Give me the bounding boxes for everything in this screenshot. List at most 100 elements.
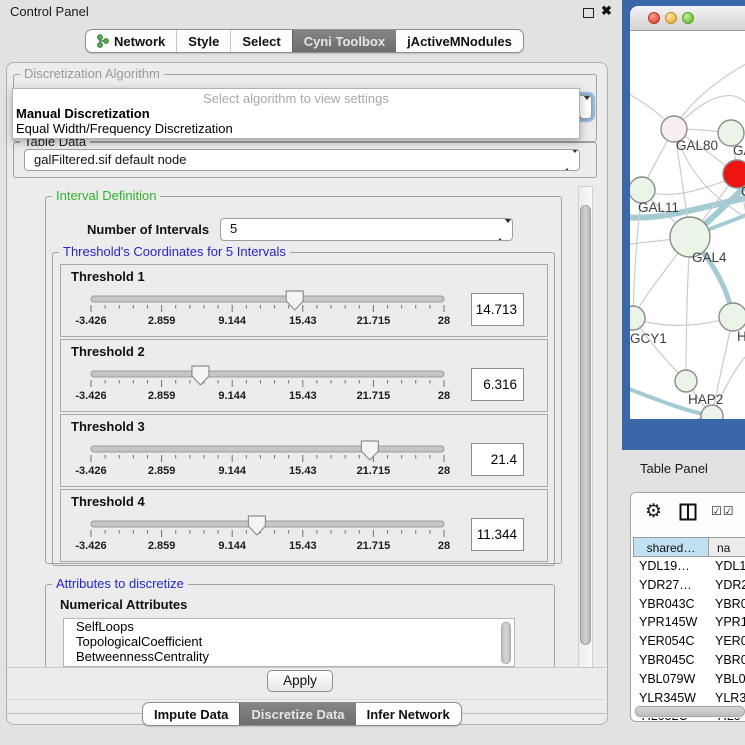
tab-label: Network — [114, 34, 165, 49]
float-panel-icon[interactable] — [583, 8, 594, 18]
network-window-titlebar[interactable] — [630, 6, 745, 31]
svg-text:15.43: 15.43 — [289, 465, 317, 477]
svg-text:9.144: 9.144 — [218, 390, 246, 402]
threshold-2-slider-handle[interactable] — [192, 366, 209, 385]
cell-name: YBR0 — [715, 595, 745, 614]
node-table-frame: ⚙ ☑☑ shared…na YDL19…YDL1YDR27…YDR2YBR04… — [630, 492, 745, 722]
svg-text:21.715: 21.715 — [357, 390, 391, 402]
cell-shared-name: YBL079W — [639, 670, 695, 689]
control-panel-title: Control Panel — [10, 4, 89, 19]
number-of-intervals-combo[interactable]: 5 — [220, 218, 513, 241]
column-layout-icon[interactable] — [679, 503, 697, 526]
network-edge[interactable] — [686, 237, 690, 381]
network-node-hap2[interactable] — [675, 370, 697, 392]
threshold-4-label: Threshold 4 — [71, 494, 145, 509]
apply-button[interactable]: Apply — [267, 670, 333, 692]
algorithm-option-manual-discretization[interactable]: Manual Discretization — [13, 106, 579, 121]
window-close-icon[interactable] — [648, 12, 660, 24]
table-column-header-na[interactable]: na — [709, 537, 745, 557]
threshold-3-value-field[interactable]: 21.4 — [471, 443, 524, 476]
tab-label: Impute Data — [154, 707, 228, 722]
threshold-1-box: Threshold 1-3.4262.8599.14415.4321.71528… — [60, 264, 548, 337]
network-node-label: GA — [733, 143, 745, 158]
svg-text:28: 28 — [438, 540, 450, 552]
table-row[interactable]: YBR045CYBR0 — [633, 651, 745, 670]
threshold-4-value-field[interactable]: 11.344 — [471, 518, 524, 551]
threshold-1-value-field[interactable]: 14.713 — [471, 293, 524, 326]
network-icon — [97, 34, 109, 48]
network-node-label: GAL80 — [676, 138, 718, 153]
window-minimize-icon[interactable] — [665, 12, 677, 24]
cyni-mode-tabbar: Impute Data Discretize DataInfer Network — [142, 702, 462, 726]
table-row[interactable]: YER054CYER0 — [633, 632, 745, 651]
svg-text:2.859: 2.859 — [148, 465, 176, 477]
attribute-item-betweennesscentrality[interactable]: BetweennessCentrality — [64, 649, 514, 664]
table-row[interactable]: YBL079WYBL0 — [633, 670, 745, 689]
table-row[interactable]: YBR043CYBR0 — [633, 595, 745, 614]
tab-discretize-data[interactable]: Discretize Data — [239, 703, 355, 725]
combo-stepper-icon[interactable] — [563, 153, 572, 167]
svg-text:28: 28 — [438, 315, 450, 327]
tab-infer-network[interactable]: Infer Network — [356, 703, 461, 725]
control-panel-tabbar: Network StyleSelectCyni ToolboxjActiveMNo… — [85, 29, 524, 53]
tab-cyni-toolbox[interactable]: Cyni Toolbox — [292, 30, 396, 52]
numerical-attributes-label: Numerical Attributes — [60, 597, 187, 612]
network-node-label: C — [741, 184, 745, 199]
svg-text:9.144: 9.144 — [218, 540, 246, 552]
network-node-gcy1[interactable] — [630, 306, 645, 330]
cell-name: YDR2 — [715, 576, 745, 595]
threshold-2-value-field[interactable]: 6.316 — [471, 368, 524, 401]
threshold-coordinates-group-title: Threshold's Coordinates for 5 Intervals — [59, 244, 290, 259]
tab-select[interactable]: Select — [230, 30, 291, 52]
divider — [7, 667, 606, 668]
table-column-header-shared[interactable]: shared… — [633, 537, 709, 557]
svg-text:15.43: 15.43 — [289, 315, 317, 327]
number-of-intervals-label: Number of Intervals — [87, 222, 209, 237]
list-scrollbar[interactable] — [501, 621, 511, 665]
cell-shared-name: YDL19… — [639, 557, 690, 576]
threshold-4-slider-handle[interactable] — [248, 516, 265, 535]
panel-scrollbar-thumb[interactable] — [580, 205, 591, 645]
cell-shared-name: YPR145W — [639, 613, 697, 632]
network-edge-thick[interactable] — [630, 416, 712, 419]
attribute-item-selfloops[interactable]: SelfLoops — [64, 619, 514, 634]
table-row[interactable]: YPR145WYPR1 — [633, 613, 745, 632]
svg-text:9.144: 9.144 — [218, 465, 246, 477]
threshold-3-slider-handle[interactable] — [361, 441, 378, 460]
network-node-label: H — [737, 329, 745, 344]
network-window-frame: GAL80GACGAL11GAL4GCY1HHAP2 — [622, 0, 745, 450]
threshold-3-box: Threshold 3-3.4262.8599.14415.4321.71528… — [60, 414, 548, 487]
threshold-4-box: Threshold 4-3.4262.8599.14415.4321.71528… — [60, 489, 548, 562]
gear-icon[interactable]: ⚙ — [645, 500, 662, 524]
tab-network[interactable]: Network — [86, 30, 176, 52]
algorithm-option-equal-width-frequency-discretization[interactable]: Equal Width/Frequency Discretization — [13, 121, 579, 136]
combo-stepper-icon[interactable] — [496, 223, 505, 237]
table-horizontal-scrollbar[interactable] — [633, 705, 745, 718]
list-scrollbar-thumb[interactable] — [501, 622, 511, 664]
svg-text:-3.426: -3.426 — [75, 465, 106, 477]
screen: Control Panel ✖ Network StyleSelectCyni T… — [0, 0, 745, 745]
window-zoom-icon[interactable] — [682, 12, 694, 24]
table-row[interactable]: YDR27…YDR2 — [633, 576, 745, 595]
network-canvas[interactable]: GAL80GACGAL11GAL4GCY1HHAP2 — [630, 31, 745, 419]
svg-text:21.715: 21.715 — [357, 315, 391, 327]
control-panel-titlebar: Control Panel ✖ — [0, 0, 620, 24]
numerical-attributes-list[interactable]: SelfLoopsTopologicalCoefficientBetweenne… — [63, 618, 515, 667]
table-hscrollbar-thumb[interactable] — [635, 706, 745, 717]
network-graph[interactable]: GAL80GACGAL11GAL4GCY1HHAP2 — [630, 31, 745, 419]
tab-impute-data[interactable]: Impute Data — [143, 703, 239, 725]
divider — [7, 699, 606, 700]
algorithm-popup-hint[interactable]: Select algorithm to view settings — [13, 89, 579, 106]
cell-shared-name: YER054C — [639, 632, 695, 651]
attribute-item-topologicalcoefficient[interactable]: TopologicalCoefficient — [64, 634, 514, 649]
panel-scrollbar[interactable] — [578, 186, 593, 668]
table-data-combo-value: galFiltered.sif default node — [34, 152, 186, 167]
close-icon[interactable]: ✖ — [601, 3, 612, 19]
table-data-combo[interactable]: galFiltered.sif default node — [24, 149, 580, 171]
select-columns-checkboxes-icon[interactable]: ☑☑ — [711, 504, 735, 518]
table-row[interactable]: YDL19…YDL1 — [633, 557, 745, 576]
cell-name: YBR0 — [715, 651, 745, 670]
network-node-h[interactable] — [719, 303, 745, 331]
tab-jactivemnodules[interactable]: jActiveMNodules — [396, 30, 523, 52]
tab-style[interactable]: Style — [176, 30, 230, 52]
